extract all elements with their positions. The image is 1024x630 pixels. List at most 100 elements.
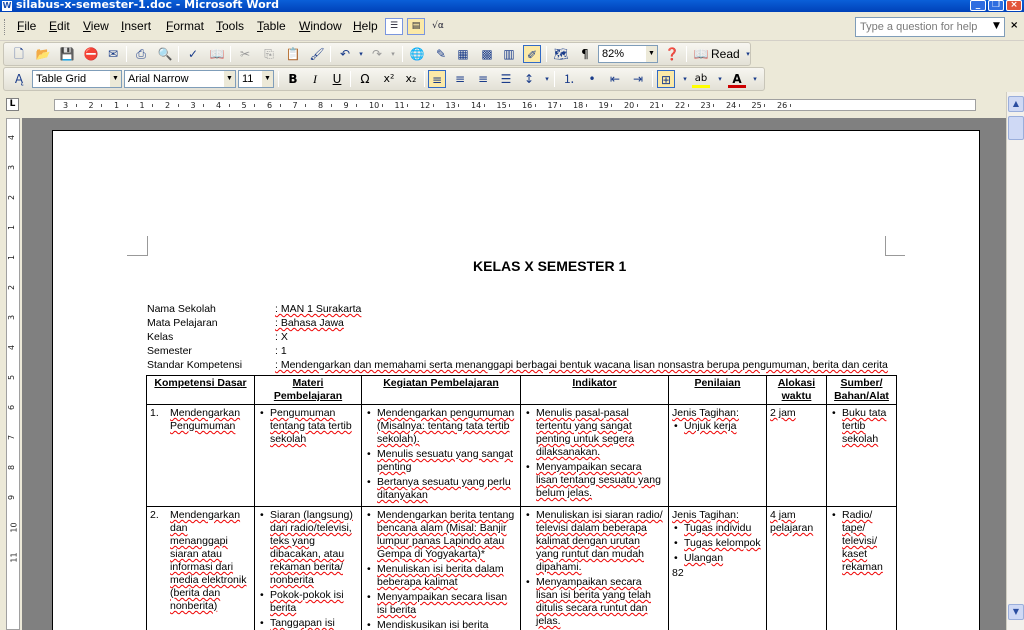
redo-dropdown-icon[interactable]: ▾ <box>384 45 402 63</box>
cell-alokasi[interactable]: 2 jam <box>766 404 827 507</box>
subscript-button[interactable]: x₂ <box>402 70 420 88</box>
help-dropdown-icon[interactable]: ▼ <box>993 21 1000 31</box>
superscript-button[interactable]: x² <box>380 70 398 88</box>
menu-help[interactable]: Help <box>353 19 378 33</box>
menu-table[interactable]: Table <box>257 19 286 33</box>
print-icon[interactable]: ⎙ <box>132 45 150 63</box>
document-area[interactable]: KELAS X SEMESTER 1 Nama Sekolah: MAN 1 S… <box>22 118 1006 630</box>
font-color-button[interactable]: A <box>728 70 746 88</box>
spelling-icon[interactable]: ✓ <box>184 45 202 63</box>
menu-window[interactable]: Window <box>299 19 342 33</box>
minimize-button[interactable]: _ <box>970 0 986 11</box>
horizontal-ruler[interactable]: 3 2 1 1 2 3 4 5 6 7 8 9 10 11 12 13 14 15 16 17 18 19 20 21 22 23… <box>54 99 976 111</box>
justify-button[interactable]: ☰ <box>497 70 515 88</box>
equation-icon[interactable]: √α <box>429 18 447 35</box>
help-search-input[interactable]: Type a question for help <box>855 17 1005 37</box>
zoom-dropdown-icon[interactable]: ▼ <box>646 46 657 62</box>
align-left-button[interactable]: ≡ <box>428 70 446 88</box>
vertical-scrollbar[interactable]: ▲ ▼ <box>1006 92 1024 630</box>
styles-pane-icon[interactable]: Ą <box>10 70 28 88</box>
font-size-dropdown-icon[interactable]: ▼ <box>262 71 273 87</box>
hyperlink-icon[interactable]: 🌐 <box>408 45 426 63</box>
font-color-dropdown-icon[interactable]: ▾ <box>746 70 764 88</box>
print-preview-icon[interactable]: 🔍 <box>156 45 174 63</box>
menubar-grip[interactable] <box>4 19 7 35</box>
italic-button[interactable]: I <box>306 70 324 88</box>
copy-icon[interactable]: ⎘ <box>260 45 278 63</box>
menu-view[interactable]: View <box>83 19 109 33</box>
read-button-label[interactable]: Read <box>711 47 740 61</box>
highlight-dropdown-icon[interactable]: ▾ <box>711 70 729 88</box>
align-right-button[interactable]: ≡ <box>474 70 492 88</box>
syllabus-table[interactable]: Kompetensi Dasar Materi Pembelajaran Keg… <box>146 375 897 630</box>
cell-indikator[interactable]: Menulis pasal-pasal tertentu yang sangat… <box>520 404 669 507</box>
research-icon[interactable]: 📖 <box>208 45 226 63</box>
style-dropdown-icon[interactable]: ▼ <box>110 71 121 87</box>
zoom-select[interactable]: 82% ▼ <box>598 45 658 63</box>
cell-materi[interactable]: Siaran (langsung) dari radio/televisi, t… <box>254 506 362 630</box>
table-row[interactable]: 2. Mendengarkan dan menanggapi siaran ata… <box>146 506 897 630</box>
menu-format[interactable]: Format <box>166 19 204 33</box>
vertical-ruler[interactable]: 4 3 2 1 1 2 3 4 5 6 7 8 9 10 11 <box>6 118 20 630</box>
close-document-button[interactable]: × <box>1010 20 1018 31</box>
tab-selector-icon[interactable]: L <box>6 98 19 111</box>
table-row[interactable]: 1. Mendengarkan Pengumuman Pengumuman tent… <box>146 404 897 507</box>
cell-sumber[interactable]: Radio/ tape/ televisi/ kaset rekaman <box>826 506 897 630</box>
font-size-select[interactable]: 11 ▼ <box>238 70 274 88</box>
menu-file[interactable]: File <box>17 19 36 33</box>
drawing-icon[interactable]: ✐ <box>523 45 541 63</box>
menu-insert[interactable]: Insert <box>121 19 151 33</box>
read-mode-icon[interactable]: 📖 <box>692 45 710 63</box>
highlight-button[interactable]: ab <box>692 70 710 88</box>
scroll-down-icon[interactable]: ▼ <box>1008 604 1024 620</box>
cell-kompetensi[interactable]: 1. Mendengarkan Pengumuman <box>146 404 255 507</box>
cell-materi[interactable]: Pengumuman tentang tata tertib sekolah <box>254 404 362 507</box>
bullets-icon[interactable]: • <box>583 70 601 88</box>
new-icon[interactable]: 🗋 <box>10 45 28 63</box>
align-center-button[interactable]: ≡ <box>451 70 469 88</box>
style-select[interactable]: Table Grid ▼ <box>32 70 122 88</box>
cell-alokasi[interactable]: 4 jam pelajaran <box>766 506 827 630</box>
font-select[interactable]: Arial Narrow ▼ <box>124 70 236 88</box>
cell-kompetensi[interactable]: 2. Mendengarkan dan menanggapi siaran ata… <box>146 506 255 630</box>
doc-map-toggle-icon[interactable]: ☰ <box>385 18 403 35</box>
title-bar[interactable]: W silabus-x-semester-1.doc - Microsoft W… <box>0 0 1024 12</box>
menu-edit[interactable]: Edit <box>49 19 70 33</box>
underline-button[interactable]: U <box>328 70 346 88</box>
help-icon[interactable]: ❓ <box>663 45 681 63</box>
open-icon[interactable]: 📂 <box>34 45 52 63</box>
paste-icon[interactable]: 📋 <box>284 45 302 63</box>
insert-excel-icon[interactable]: ▩ <box>478 45 496 63</box>
tables-borders-icon[interactable]: ✎ <box>432 45 450 63</box>
cell-penilaian[interactable]: Jenis Tagihan:Tugas individu Tugas kelomp… <box>668 506 767 630</box>
close-button[interactable]: × <box>1006 0 1022 11</box>
increase-indent-icon[interactable]: ⇥ <box>629 70 647 88</box>
numbering-icon[interactable]: ⒈ <box>560 70 578 88</box>
scroll-up-icon[interactable]: ▲ <box>1008 96 1024 112</box>
scroll-thumb[interactable] <box>1008 116 1024 140</box>
menu-tools[interactable]: Tools <box>216 19 244 33</box>
cell-sumber[interactable]: Buku tata tertib sekolah <box>826 404 897 507</box>
cut-icon[interactable]: ✂ <box>236 45 254 63</box>
insert-table-icon[interactable]: ▦ <box>454 45 472 63</box>
toolbar-options-icon[interactable]: ▾ <box>743 45 753 63</box>
cell-kegiatan[interactable]: Mendengarkan pengumuman (Misalnya: tenta… <box>361 404 521 507</box>
line-spacing-icon[interactable]: ↕ <box>520 70 538 88</box>
restore-button[interactable]: ❐ <box>988 0 1004 11</box>
permission-icon[interactable]: ⛔ <box>82 45 100 63</box>
font-dropdown-icon[interactable]: ▼ <box>224 71 235 87</box>
save-icon[interactable]: 💾 <box>58 45 76 63</box>
print-layout-icon[interactable]: ▤ <box>407 18 425 35</box>
borders-icon[interactable]: ⊞ <box>657 70 675 88</box>
columns-icon[interactable]: ▥ <box>500 45 518 63</box>
cell-kegiatan[interactable]: Mendengarkan berita tentang bencana alam… <box>361 506 521 630</box>
document-page[interactable]: KELAS X SEMESTER 1 Nama Sekolah: MAN 1 S… <box>52 130 980 630</box>
cell-indikator[interactable]: Menuliskan isi siaran radio/ televisi da… <box>520 506 669 630</box>
show-hide-icon[interactable]: ¶ <box>576 45 594 63</box>
email-icon[interactable]: ✉ <box>104 45 122 63</box>
bold-button[interactable]: B <box>284 70 302 88</box>
symbol-button[interactable]: Ω <box>356 70 374 88</box>
document-map-icon[interactable]: 🗺 <box>552 45 570 63</box>
cell-penilaian[interactable]: Jenis Tagihan:Unjuk kerja <box>668 404 767 507</box>
word-app-icon[interactable]: W <box>2 1 12 11</box>
